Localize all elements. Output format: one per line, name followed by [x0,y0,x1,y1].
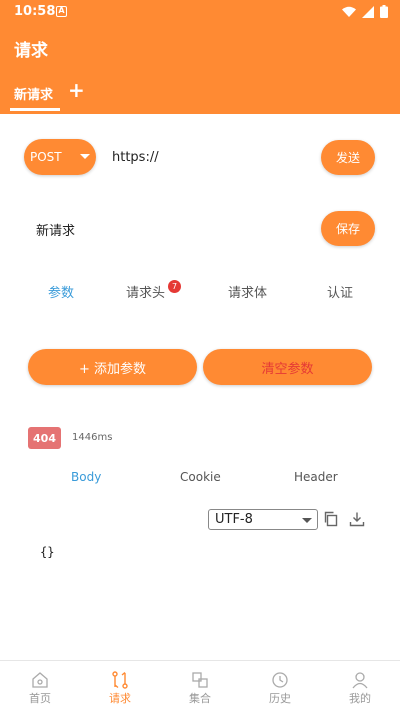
url-input[interactable] [112,146,308,168]
send-button[interactable]: 发送 [321,140,375,175]
nav-collection-label: 集合 [189,692,211,705]
encoding-value: UTF-8 [215,512,253,527]
tab-new-request[interactable]: 新请求 [14,84,53,103]
copy-icon[interactable] [323,511,339,527]
request-name-field[interactable]: 新请求 [36,220,75,239]
tab-response-cookie[interactable]: Cookie [180,470,221,484]
signal-icon [362,5,374,18]
response-tabs: Body Cookie Header [0,470,400,490]
response-body: {} [40,545,55,559]
bottom-nav: 首页 请求 集合 历史 我的 [0,660,400,712]
chevron-down-icon [302,518,312,523]
headers-count-badge: 7 [168,280,181,293]
tab-response-body[interactable]: Body [71,470,101,484]
tab-indicator [10,108,60,111]
wifi-icon [342,6,356,17]
nav-request-label: 请求 [109,692,131,705]
method-value: POST [30,150,62,164]
tab-params[interactable]: 参数 [48,282,74,301]
profile-icon [352,672,368,689]
app-header: 10:58 A 请求 新请求 + [0,0,400,114]
tab-body[interactable]: 请求体 [228,282,267,301]
nav-profile[interactable]: 我的 [320,661,400,712]
history-icon [272,672,288,688]
add-param-button[interactable]: + 添加参数 [28,349,197,385]
nav-profile-label: 我的 [349,692,371,705]
nav-request[interactable]: 请求 [80,661,160,712]
clear-params-button[interactable]: 清空参数 [203,349,372,385]
home-icon [32,672,48,688]
page-title: 请求 [14,41,48,61]
notification-icon: A [56,6,67,17]
status-code-badge: 404 [28,427,61,449]
nav-home-label: 首页 [29,692,51,705]
tab-auth[interactable]: 认证 [327,282,353,301]
response-time: 1446ms [72,432,113,443]
nav-collection[interactable]: 集合 [160,661,240,712]
nav-history[interactable]: 历史 [240,661,320,712]
encoding-select[interactable]: UTF-8 [208,509,318,530]
status-icons [342,5,388,18]
save-button[interactable]: 保存 [321,211,375,246]
nav-history-label: 历史 [269,692,291,705]
method-select[interactable]: POST [24,139,96,175]
nav-home[interactable]: 首页 [0,661,80,712]
param-tabs: 参数 请求头 7 请求体 认证 [0,280,400,304]
tab-headers[interactable]: 请求头 [126,282,165,301]
battery-icon [380,5,388,18]
download-icon[interactable] [349,511,365,527]
status-time: 10:58 [14,4,56,19]
collection-icon [192,672,208,688]
request-icon [112,671,128,689]
chevron-down-icon [80,154,90,159]
tab-response-header[interactable]: Header [294,470,338,484]
status-bar: 10:58 A [0,0,400,24]
add-tab-button[interactable]: + [68,80,85,100]
